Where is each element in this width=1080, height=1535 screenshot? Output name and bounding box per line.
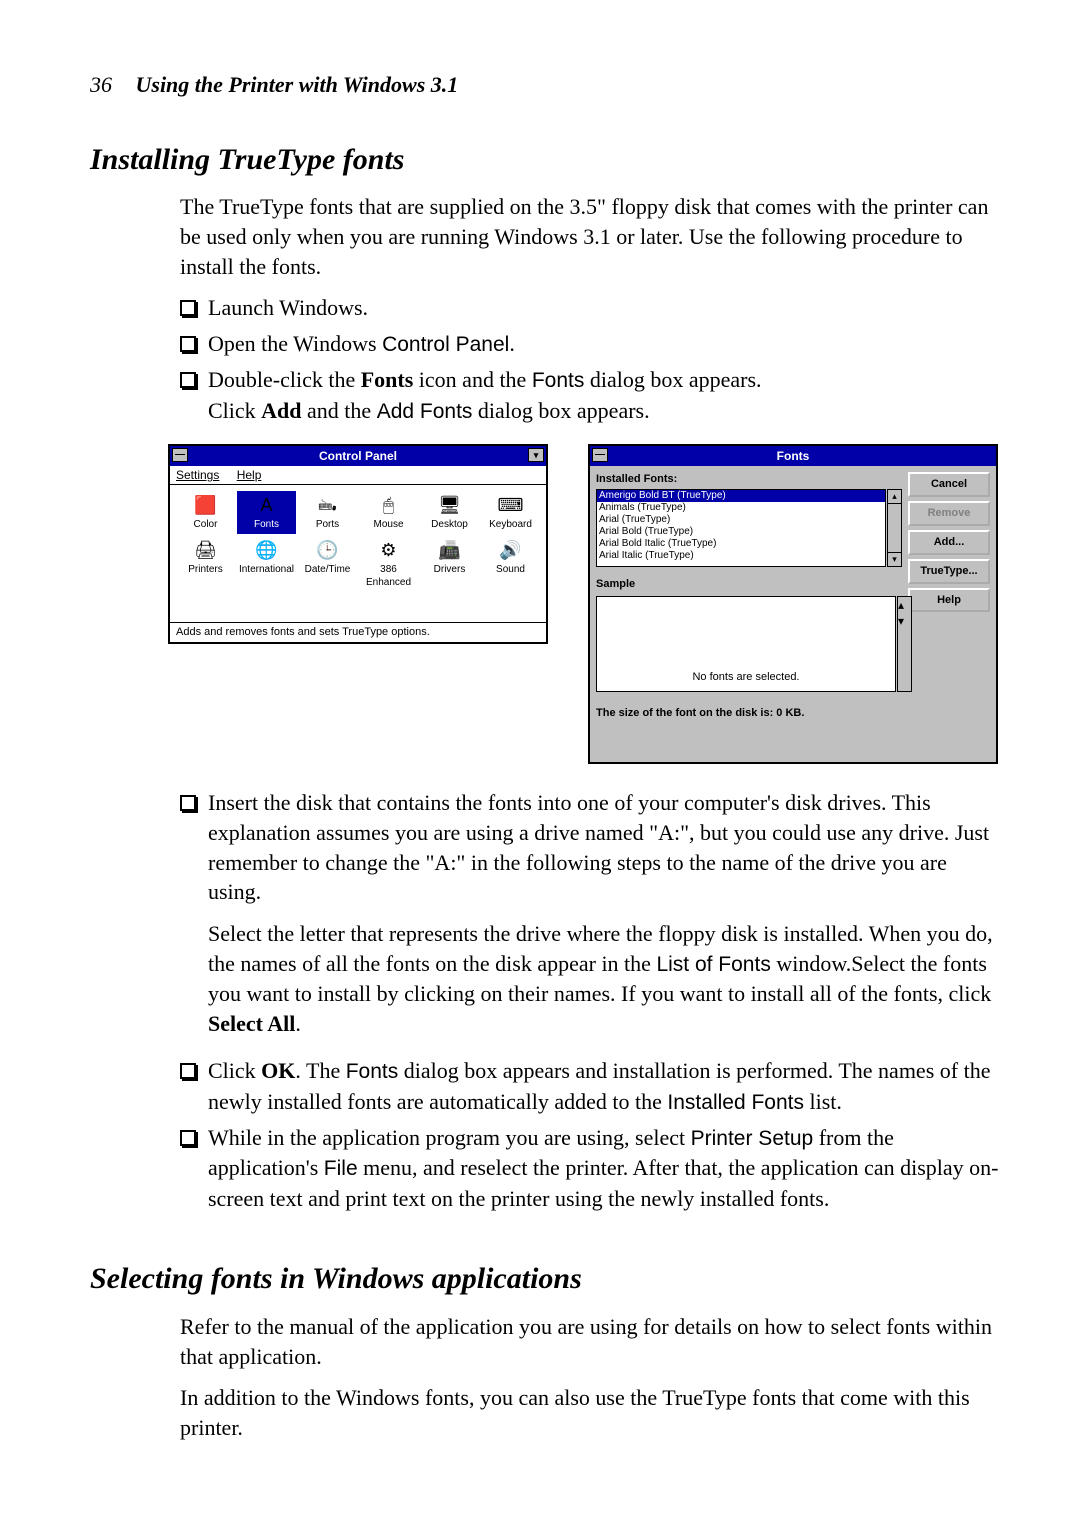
cp-item-label: Date/Time	[305, 563, 351, 577]
page-number: 36	[90, 72, 112, 97]
mouse-icon: 🖱	[375, 493, 403, 517]
cp-item-label: 386 Enhanced	[359, 563, 418, 590]
font-list-row[interactable]: Animals (TrueType)	[597, 502, 885, 514]
cp-item-fonts[interactable]: AFonts	[237, 491, 296, 534]
cp-item-desktop[interactable]: 🖥Desktop	[420, 491, 479, 534]
cp-item-386-enhanced[interactable]: ⚙386 Enhanced	[359, 536, 418, 592]
font-list-row[interactable]: Arial (TrueType)	[597, 514, 885, 526]
scroll-up-icon[interactable]: ▴	[898, 597, 911, 613]
scroll-down-icon[interactable]: ▾	[888, 552, 901, 566]
remove-button[interactable]: Remove	[908, 501, 990, 526]
cancel-button[interactable]: Cancel	[908, 472, 990, 497]
bullet-icon	[180, 788, 208, 1050]
bullet-printer-setup: While in the application program you are…	[208, 1123, 1000, 1213]
truetype-button[interactable]: TrueType...	[908, 559, 990, 584]
selecting-p1: Refer to the manual of the application y…	[180, 1312, 1000, 1371]
bullet-icon	[180, 1056, 208, 1117]
help-button[interactable]: Help	[908, 588, 990, 613]
bullet-insert-disk: Insert the disk that contains the fonts …	[208, 788, 1000, 1050]
386-enhanced-icon: ⚙	[375, 538, 403, 562]
font-list-row[interactable]: Arial Bold (TrueType)	[597, 526, 885, 538]
minimize-icon[interactable]: ▾	[528, 448, 544, 462]
cp-item-printers[interactable]: 🖨Printers	[176, 536, 235, 592]
cp-item-label: Keyboard	[489, 518, 532, 532]
control-panel-menu[interactable]: Settings Help	[170, 466, 546, 485]
control-panel-window: — Control Panel ▾ Settings Help 🟥ColorAF…	[168, 444, 548, 644]
cp-item-label: International	[239, 563, 294, 577]
control-panel-titlebar[interactable]: — Control Panel ▾	[170, 446, 546, 466]
cp-item-label: Fonts	[254, 518, 279, 532]
scroll-down-icon[interactable]: ▾	[898, 613, 911, 629]
bullet-launch-windows: Launch Windows.	[208, 293, 1000, 323]
control-panel-body: 🟥ColorAFonts🖦Ports🖱Mouse🖥Desktop⌨Keyboar…	[170, 485, 546, 622]
cp-item-color[interactable]: 🟥Color	[176, 491, 235, 534]
bullet-fonts-add: Double-click the Fonts icon and the Font…	[208, 365, 1000, 426]
font-list-row[interactable]: Arial Italic (TrueType)	[597, 550, 885, 562]
control-panel-status: Adds and removes fonts and sets TrueType…	[170, 622, 546, 642]
selecting-p2: In addition to the Windows fonts, you ca…	[180, 1383, 1000, 1442]
cp-item-label: Sound	[496, 563, 525, 577]
cp-item-label: Desktop	[431, 518, 468, 532]
cp-item-label: Drivers	[434, 563, 466, 577]
bullet-icon	[180, 293, 208, 323]
sound-icon: 🔊	[497, 538, 525, 562]
page-header: 36 Using the Printer with Windows 3.1	[90, 70, 1000, 100]
chapter-title: Using the Printer with Windows 3.1	[136, 72, 459, 97]
cp-item-drivers[interactable]: 📠Drivers	[420, 536, 479, 592]
figure-row: — Control Panel ▾ Settings Help 🟥ColorAF…	[168, 444, 1000, 764]
menu-settings[interactable]: Settings	[176, 468, 219, 482]
sample-box: No fonts are selected.	[596, 596, 896, 692]
bullet-icon	[180, 365, 208, 426]
sample-scrollbar[interactable]: ▴ ▾	[897, 596, 912, 692]
listbox-scrollbar[interactable]: ▴ ▾	[887, 489, 902, 567]
cp-item-keyboard[interactable]: ⌨Keyboard	[481, 491, 540, 534]
cp-item-label: Mouse	[373, 518, 403, 532]
fonts-button-column: Cancel Remove Add... TrueType... Help	[908, 472, 990, 612]
cp-item-sound[interactable]: 🔊Sound	[481, 536, 540, 592]
cp-item-date-time[interactable]: 🕒Date/Time	[298, 536, 357, 592]
cp-item-label: Printers	[188, 563, 222, 577]
cp-item-label: Ports	[316, 518, 339, 532]
desktop-icon: 🖥	[436, 493, 464, 517]
intro-paragraph: The TrueType fonts that are supplied on …	[180, 192, 1000, 281]
sysmenu-icon[interactable]: —	[172, 448, 188, 462]
add-button[interactable]: Add...	[908, 530, 990, 555]
keyboard-icon: ⌨	[497, 493, 525, 517]
bullet-icon	[180, 329, 208, 359]
bullet-icon	[180, 1123, 208, 1213]
cp-item-ports[interactable]: 🖦Ports	[298, 491, 357, 534]
cp-item-label: Color	[194, 518, 218, 532]
sysmenu-icon[interactable]: —	[592, 448, 608, 462]
section-title-installing: Installing TrueType fonts	[90, 140, 1000, 181]
font-list-row[interactable]: Arial Bold Italic (TrueType)	[597, 538, 885, 550]
scroll-up-icon[interactable]: ▴	[888, 490, 901, 504]
installed-fonts-listbox[interactable]: Amerigo Bold BT (TrueType)Animals (TrueT…	[596, 489, 886, 567]
menu-help[interactable]: Help	[237, 468, 262, 482]
fonts-icon: A	[253, 493, 281, 517]
drivers-icon: 📠	[436, 538, 464, 562]
cp-item-international[interactable]: 🌐International	[237, 536, 296, 592]
international-icon: 🌐	[253, 538, 281, 562]
fonts-dialog: — Fonts Installed Fonts: Amerigo Bold BT…	[588, 444, 998, 764]
cp-item-mouse[interactable]: 🖱Mouse	[359, 491, 418, 534]
color-icon: 🟥	[192, 493, 220, 517]
bullet-open-control-panel: Open the Windows Control Panel.	[208, 329, 1000, 359]
date-time-icon: 🕒	[314, 538, 342, 562]
section-title-selecting: Selecting fonts in Windows applications	[90, 1259, 1000, 1300]
font-list-row[interactable]: Amerigo Bold BT (TrueType)	[597, 490, 885, 502]
font-size-line: The size of the font on the disk is: 0 K…	[596, 706, 990, 721]
bullet-click-ok: Click OK. The Fonts dialog box appears a…	[208, 1056, 1000, 1117]
printers-icon: 🖨	[192, 538, 220, 562]
fonts-titlebar[interactable]: — Fonts	[590, 446, 996, 466]
ports-icon: 🖦	[314, 493, 342, 517]
